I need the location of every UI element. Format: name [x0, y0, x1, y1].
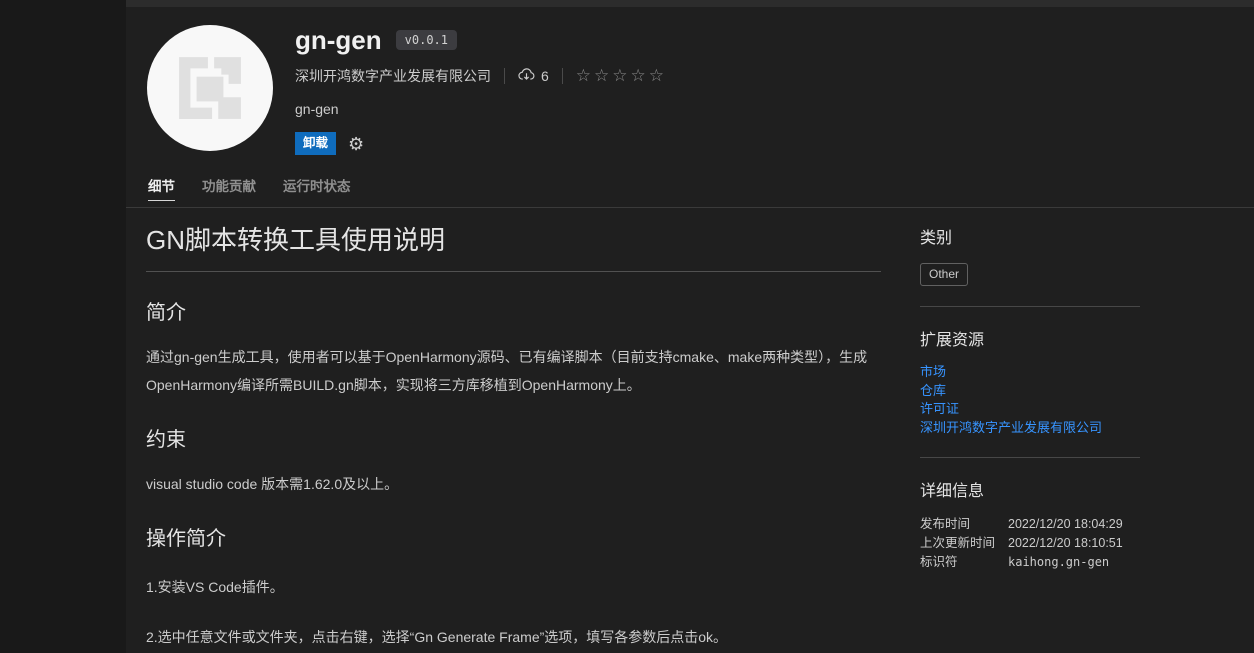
identifier-label: 标识符 — [920, 553, 1008, 572]
install-count: 6 — [518, 66, 549, 86]
tab-runtime-status[interactable]: 运行时状态 — [283, 175, 351, 200]
extension-header-details: gn-gen v0.0.1 深圳开鸿数字产业发展有限公司 6 ☆☆☆☆☆ gn-… — [295, 25, 667, 155]
tab-feature-contributions[interactable]: 功能贡献 — [202, 175, 256, 200]
link-license[interactable]: 许可证 — [920, 400, 1140, 419]
collapsed-sidebar-rail — [0, 0, 126, 653]
extension-meta-sidebar: 类别 Other 扩展资源 市场 仓库 许可证 深圳开鸿数字产业发展有限公司 详… — [920, 224, 1140, 572]
info-row-released: 发布时间 2022/12/20 18:04:29 — [920, 515, 1140, 534]
info-row-updated: 上次更新时间 2022/12/20 18:10:51 — [920, 534, 1140, 553]
section-heading-constraints: 约束 — [146, 423, 881, 452]
gn-squares-logo-icon — [177, 55, 243, 121]
tab-details[interactable]: 细节 — [148, 175, 175, 201]
extension-tabs-bar: 细节 功能贡献 运行时状态 — [126, 175, 1254, 208]
section-heading-operations: 操作简介 — [146, 522, 881, 551]
rating-stars-icon[interactable]: ☆☆☆☆☆ — [576, 68, 667, 84]
gear-icon[interactable]: ⚙ — [348, 135, 364, 153]
constraint-paragraph: visual studio code 版本需1.62.0及以上。 — [146, 470, 881, 498]
extension-name: gn-gen — [295, 25, 382, 55]
step-2-paragraph: 2.选中任意文件或文件夹，点击右键，选择“Gn Generate Frame”选… — [146, 623, 881, 651]
cloud-download-icon — [518, 66, 535, 86]
categories-heading: 类别 — [920, 224, 1140, 248]
section-heading-intro: 简介 — [146, 296, 881, 325]
separator — [504, 68, 505, 84]
extension-icon — [147, 25, 273, 151]
extension-header: gn-gen v0.0.1 深圳开鸿数字产业发展有限公司 6 ☆☆☆☆☆ gn-… — [126, 7, 1254, 172]
publisher-name[interactable]: 深圳开鸿数字产业发展有限公司 — [295, 66, 491, 86]
resources-heading: 扩展资源 — [920, 326, 1140, 350]
categories-section: 类别 Other — [920, 224, 1140, 286]
version-badge: v0.0.1 — [396, 30, 457, 50]
more-info-section: 详细信息 发布时间 2022/12/20 18:04:29 上次更新时间 202… — [920, 477, 1140, 572]
step-1-paragraph: 1.安装VS Code插件。 — [146, 573, 881, 601]
uninstall-button[interactable]: 卸载 — [295, 132, 336, 155]
install-count-value: 6 — [541, 68, 549, 84]
updated-value: 2022/12/20 18:10:51 — [1008, 534, 1123, 553]
readme-content: GN脚本转换工具使用说明 简介 通过gn-gen生成工具，使用者可以基于Open… — [146, 224, 881, 653]
sidebar-divider — [920, 457, 1140, 458]
readme-title: GN脚本转换工具使用说明 — [146, 224, 881, 272]
category-badge-other[interactable]: Other — [920, 263, 968, 286]
extension-description: gn-gen — [295, 101, 667, 117]
sidebar-divider — [920, 306, 1140, 307]
info-row-identifier: 标识符 kaihong.gn-gen — [920, 553, 1140, 572]
identifier-value: kaihong.gn-gen — [1008, 553, 1109, 572]
link-repository[interactable]: 仓库 — [920, 382, 1140, 401]
editor-top-strip — [126, 0, 1254, 7]
more-info-heading: 详细信息 — [920, 477, 1140, 501]
updated-label: 上次更新时间 — [920, 534, 1008, 553]
intro-paragraph: 通过gn-gen生成工具，使用者可以基于OpenHarmony源码、已有编译脚本… — [146, 343, 881, 399]
released-value: 2022/12/20 18:04:29 — [1008, 515, 1123, 534]
released-label: 发布时间 — [920, 515, 1008, 534]
resources-section: 扩展资源 市场 仓库 许可证 深圳开鸿数字产业发展有限公司 — [920, 326, 1140, 437]
separator — [562, 68, 563, 84]
link-publisher[interactable]: 深圳开鸿数字产业发展有限公司 — [920, 419, 1140, 438]
link-marketplace[interactable]: 市场 — [920, 363, 1140, 382]
